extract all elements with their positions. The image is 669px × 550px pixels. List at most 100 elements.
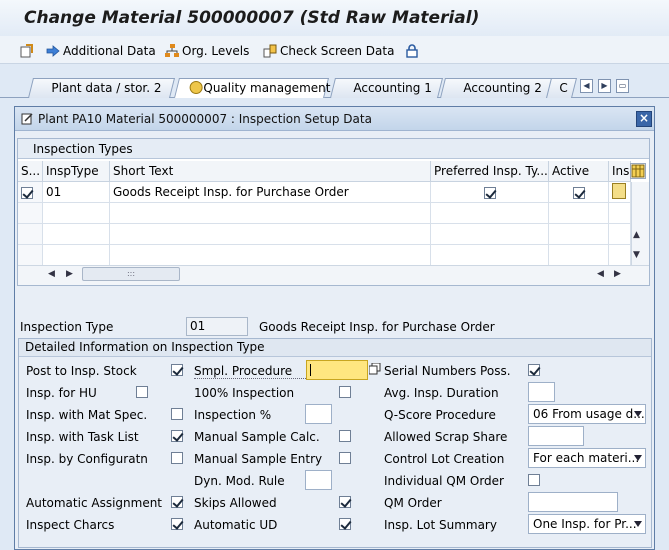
- empty-row-select[interactable]: [18, 224, 43, 245]
- skips-allowed-label: Skips Allowed: [194, 496, 277, 510]
- empty-cell: [549, 245, 609, 266]
- column-header-active[interactable]: Active: [549, 161, 609, 182]
- table-cell-preferred: [431, 182, 549, 203]
- scroll-right-icon[interactable]: ▶: [66, 269, 73, 279]
- scroll-thumb[interactable]: :::: [82, 267, 180, 281]
- tab-accounting-1[interactable]: Accounting 1: [330, 78, 443, 98]
- manual-sample-calc-checkbox[interactable]: [339, 430, 351, 442]
- inspect-charcs-checkbox[interactable]: [171, 518, 183, 530]
- q-score-procedure-dropdown[interactable]: 06 From usage d...: [528, 404, 646, 424]
- row-select-checkbox[interactable]: [21, 186, 33, 199]
- check-screen-data-button[interactable]: Check Screen Data: [263, 42, 394, 60]
- scroll-right-icon[interactable]: ▶: [614, 269, 621, 279]
- empty-cell: [549, 203, 609, 224]
- serial-numbers-poss-label: Serial Numbers Poss.: [384, 364, 511, 378]
- skips-allowed-checkbox[interactable]: [339, 496, 351, 508]
- post-to-insp-stock-checkbox[interactable]: [171, 364, 183, 376]
- avg-insp-duration-label: Avg. Insp. Duration: [384, 386, 499, 400]
- chevron-down-icon: [634, 411, 642, 417]
- scroll-up-icon[interactable]: ▲: [633, 230, 640, 240]
- control-lot-creation-dropdown[interactable]: For each materi...: [528, 448, 646, 468]
- avg-insp-duration-field[interactable]: [528, 382, 555, 402]
- tab-scroll-right-button[interactable]: ▶: [598, 79, 611, 93]
- automatic-assignment-label: Automatic Assignment: [26, 496, 163, 510]
- insp-lot-summary-dropdown[interactable]: One Insp. for Pr...: [528, 514, 646, 534]
- check-screen-data-label: Check Screen Data: [280, 44, 395, 58]
- table-cell-active: [549, 182, 609, 203]
- allowed-scrap-share-field[interactable]: [528, 426, 584, 446]
- inspection-type-text: Goods Receipt Insp. for Purchase Order: [259, 320, 495, 334]
- scroll-left-icon[interactable]: ◀: [48, 269, 55, 279]
- column-header-insptype[interactable]: InspType: [43, 161, 110, 182]
- empty-cell: [609, 224, 631, 245]
- text-cursor: [310, 364, 311, 376]
- empty-cell: [110, 203, 431, 224]
- scroll-left-icon[interactable]: ◀: [597, 269, 604, 279]
- dyn-mod-rule-field[interactable]: [305, 470, 332, 490]
- other-material-button[interactable]: [20, 42, 34, 60]
- hundred-pct-inspection-checkbox[interactable]: [339, 386, 351, 398]
- control-lot-creation-label: Control Lot Creation: [384, 452, 505, 466]
- tab-scroll-left-button[interactable]: ◀: [580, 79, 593, 93]
- inspection-pct-field[interactable]: [305, 404, 332, 424]
- column-header-ins[interactable]: Ins: [609, 161, 631, 182]
- active-checkbox[interactable]: [572, 186, 585, 199]
- individual-qm-order-checkbox[interactable]: [528, 474, 540, 486]
- tab-quality-management[interactable]: Quality management: [174, 78, 330, 98]
- column-header-select[interactable]: S...: [18, 161, 43, 182]
- automatic-assignment-checkbox[interactable]: [171, 496, 183, 508]
- inspection-pct-label: Inspection %: [194, 408, 272, 422]
- automatic-ud-label: Automatic UD: [194, 518, 278, 532]
- org-levels-button[interactable]: Org. Levels: [165, 42, 249, 60]
- insp-by-configuratn-label: Insp. by Configuratn: [26, 452, 148, 466]
- tab-plant-data-stor-2[interactable]: Plant data / stor. 2: [28, 78, 175, 98]
- insp-with-task-list-checkbox[interactable]: [171, 430, 183, 442]
- preferred-checkbox[interactable]: [483, 186, 496, 199]
- org-levels-label: Org. Levels: [182, 44, 250, 58]
- lock-button[interactable]: [405, 42, 419, 60]
- q-score-procedure-value: 06 From usage d...: [533, 407, 645, 421]
- insp-with-task-list-label: Insp. with Task List: [26, 430, 139, 444]
- tab-c[interactable]: C: [546, 78, 577, 98]
- row-select-cell[interactable]: [18, 182, 43, 203]
- q-score-procedure-label: Q-Score Procedure: [384, 408, 496, 422]
- additional-data-button[interactable]: Additional Data: [46, 42, 156, 60]
- table-cell-short-text: Goods Receipt Insp. for Purchase Order: [110, 182, 431, 203]
- empty-cell: [43, 245, 110, 266]
- insp-lot-summary-label: Insp. Lot Summary: [384, 518, 497, 532]
- insp-by-configuratn-checkbox[interactable]: [171, 452, 183, 464]
- smpl-procedure-field[interactable]: [306, 360, 368, 380]
- qm-order-label: QM Order: [384, 496, 442, 510]
- check-data-icon: [263, 44, 277, 58]
- tab-list-button[interactable]: ▭: [616, 79, 629, 93]
- column-header-short-text[interactable]: Short Text: [110, 161, 431, 182]
- detail-button-icon[interactable]: [612, 183, 626, 199]
- document-edit-icon: [20, 44, 34, 58]
- allowed-scrap-share-label: Allowed Scrap Share: [384, 430, 508, 444]
- table-title: Inspection Types: [33, 142, 133, 156]
- column-header-preferred[interactable]: Preferred Insp. Ty...: [431, 161, 549, 182]
- insp-for-hu-checkbox[interactable]: [136, 386, 148, 398]
- smpl-procedure-label: Smpl. Procedure: [194, 364, 293, 378]
- chevron-down-icon: [634, 521, 642, 527]
- section-title: Detailed Information on Inspection Type: [25, 340, 265, 354]
- empty-row-select[interactable]: [18, 203, 43, 224]
- scroll-down-icon[interactable]: ▼: [633, 250, 640, 260]
- search-help-icon[interactable]: [368, 362, 381, 375]
- insp-with-mat-spec-checkbox[interactable]: [171, 408, 183, 420]
- tab-accounting-2[interactable]: Accounting 2: [440, 78, 553, 98]
- empty-cell: [609, 245, 631, 266]
- empty-row-select[interactable]: [18, 245, 43, 266]
- empty-cell: [431, 203, 549, 224]
- manual-sample-entry-checkbox[interactable]: [339, 452, 351, 464]
- edit-document-icon: [21, 112, 34, 125]
- serial-numbers-poss-checkbox[interactable]: [528, 364, 540, 376]
- table-settings-icon[interactable]: [630, 163, 646, 179]
- close-icon[interactable]: ×: [636, 111, 652, 127]
- hundred-pct-inspection-label: 100% Inspection: [194, 386, 295, 400]
- inspect-charcs-label: Inspect Charcs: [26, 518, 115, 532]
- insp-with-mat-spec-label: Insp. with Mat Spec.: [26, 408, 148, 422]
- automatic-ud-checkbox[interactable]: [339, 518, 351, 530]
- qm-order-field[interactable]: [528, 492, 618, 512]
- inspection-type-label: Inspection Type: [20, 320, 114, 334]
